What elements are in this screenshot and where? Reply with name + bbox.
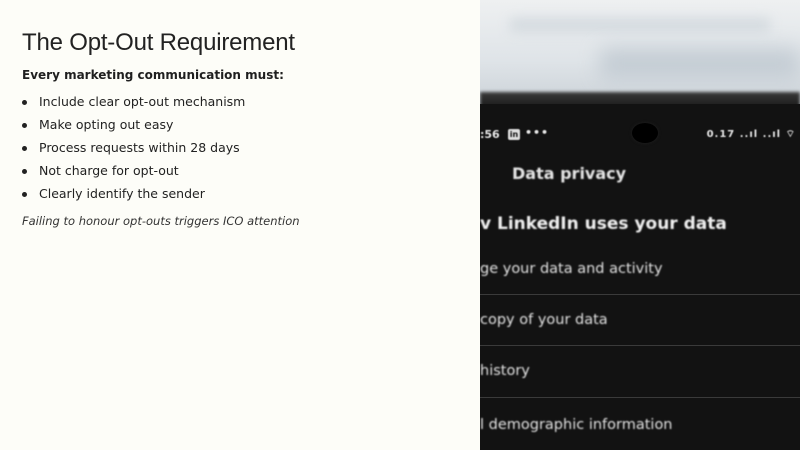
list-item: Make opting out easy — [22, 116, 245, 139]
slide-subheading: Every marketing communication must: — [22, 68, 284, 82]
bullet-dot-icon — [22, 169, 27, 174]
screen-row: l demographic information — [480, 417, 673, 433]
background-blur — [510, 18, 770, 32]
bullet-dot-icon — [22, 123, 27, 128]
signal-icon: 0.17 ..ıl ..ıl ⌔ — [706, 129, 796, 140]
list-item-text: Make opting out easy — [39, 117, 174, 132]
linkedin-icon: in — [508, 129, 520, 140]
bullet-dot-icon — [22, 192, 27, 197]
screen-title: Data privacy — [512, 164, 627, 183]
bullet-dot-icon — [22, 146, 27, 151]
slide: The Opt-Out Requirement Every marketing … — [0, 0, 800, 450]
divider — [480, 345, 800, 346]
list-item-text: Process requests within 28 days — [39, 140, 240, 155]
screen-row: ge your data and activity — [480, 261, 663, 277]
phone-screen: :56 in ••• 0.17 ..ıl ..ıl ⌔ Data privacy… — [480, 104, 800, 450]
background-blur — [600, 48, 800, 78]
more-icon: ••• — [525, 126, 550, 139]
list-item-text: Not charge for opt-out — [39, 163, 179, 178]
divider — [480, 397, 800, 398]
screen-row: history — [480, 363, 530, 379]
divider — [480, 294, 800, 295]
list-item-text: Clearly identify the sender — [39, 186, 205, 201]
bullet-dot-icon — [22, 100, 27, 105]
slide-title: The Opt-Out Requirement — [22, 29, 295, 56]
screen-section-heading: v LinkedIn uses your data — [480, 214, 727, 234]
list-item: Include clear opt-out mechanism — [22, 93, 245, 116]
list-item: Not charge for opt-out — [22, 162, 245, 185]
list-item: Process requests within 28 days — [22, 139, 245, 162]
list-item-text: Include clear opt-out mechanism — [39, 94, 246, 109]
status-time: :56 — [480, 128, 500, 141]
list-item: Clearly identify the sender — [22, 185, 245, 208]
slide-note: Failing to honour opt-outs triggers ICO … — [22, 214, 300, 228]
requirements-list: Include clear opt-out mechanism Make opt… — [22, 93, 245, 208]
screen-row: copy of your data — [480, 312, 608, 328]
camera-cutout — [632, 123, 658, 143]
text-panel: The Opt-Out Requirement Every marketing … — [0, 0, 480, 450]
phone-photo: :56 in ••• 0.17 ..ıl ..ıl ⌔ Data privacy… — [480, 0, 800, 450]
